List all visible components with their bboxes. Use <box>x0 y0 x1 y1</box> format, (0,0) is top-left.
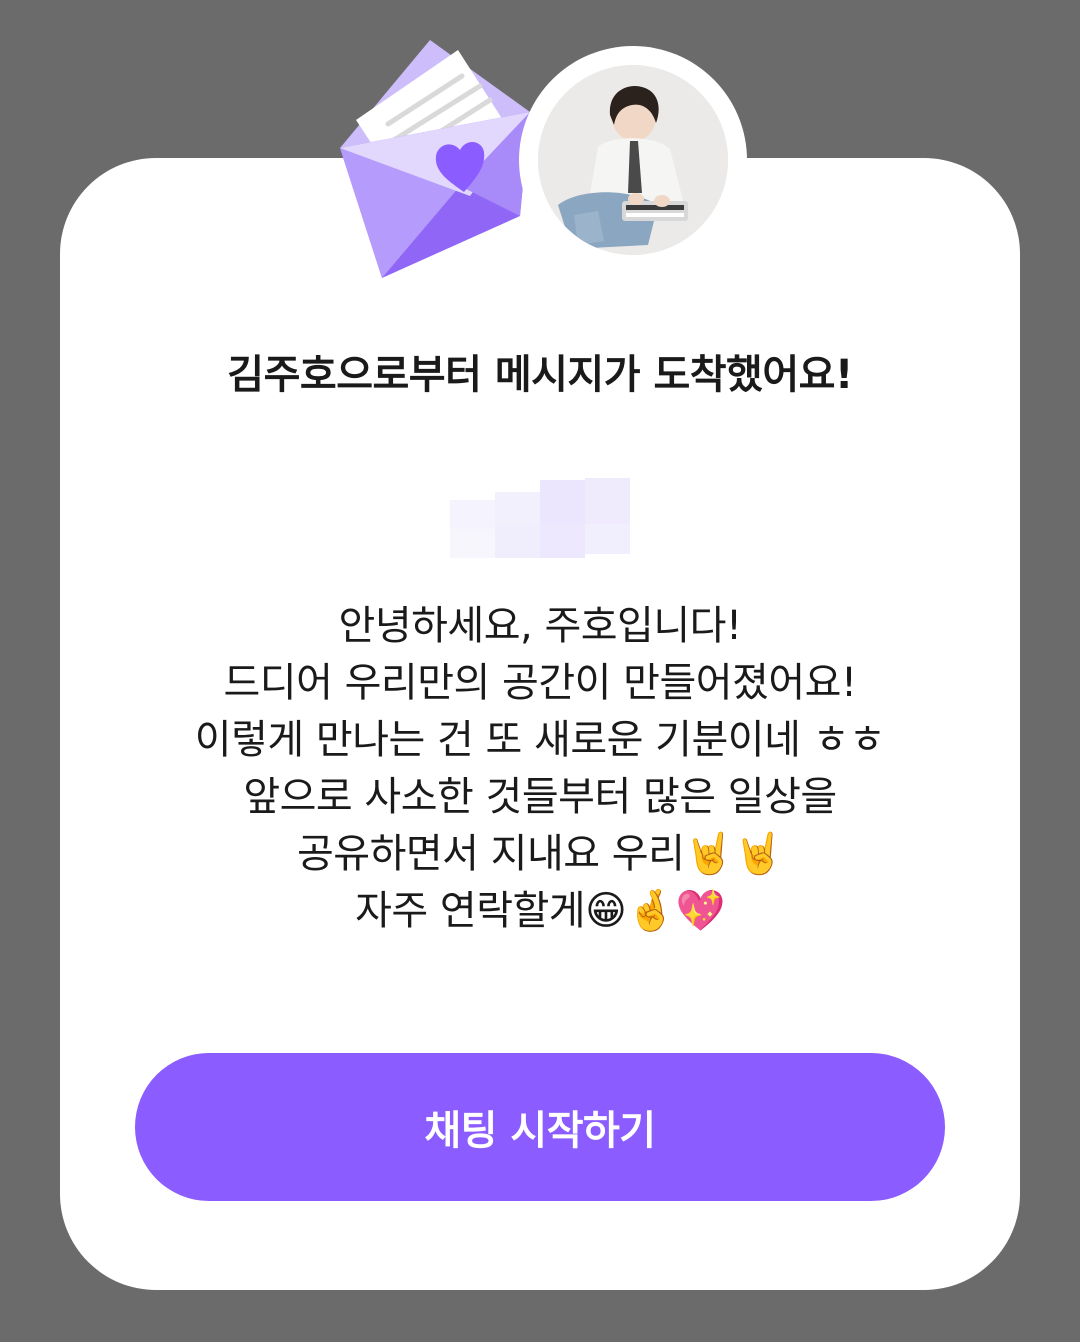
envelope-heart-icon <box>340 40 530 278</box>
dialog-title: 김주호으로부터 메시지가 도착했어요! <box>227 352 853 398</box>
pixelated-sticker <box>450 478 630 558</box>
sender-avatar <box>538 65 728 255</box>
message-line: 공유하면서 지내요 우리🤘🤘 <box>296 831 784 877</box>
message-line: 드디어 우리만의 공간이 만들어졌어요! <box>223 660 857 706</box>
message-line: 앞으로 사소한 것들부터 많은 일상을 <box>243 774 837 820</box>
message-line: 안녕하세요, 주호입니다! <box>338 603 742 649</box>
message-line: 자주 연락할게😁🤞💖 <box>355 888 725 934</box>
avatar-illustration <box>538 65 728 255</box>
message-body: 안녕하세요, 주호입니다! 드디어 우리만의 공간이 만들어졌어요! 이렇게 만… <box>60 598 1020 940</box>
start-chat-button[interactable]: 채팅 시작하기 <box>135 1053 945 1201</box>
message-line: 이렇게 만나는 건 또 새로운 기분이네 ㅎㅎ <box>194 717 886 763</box>
